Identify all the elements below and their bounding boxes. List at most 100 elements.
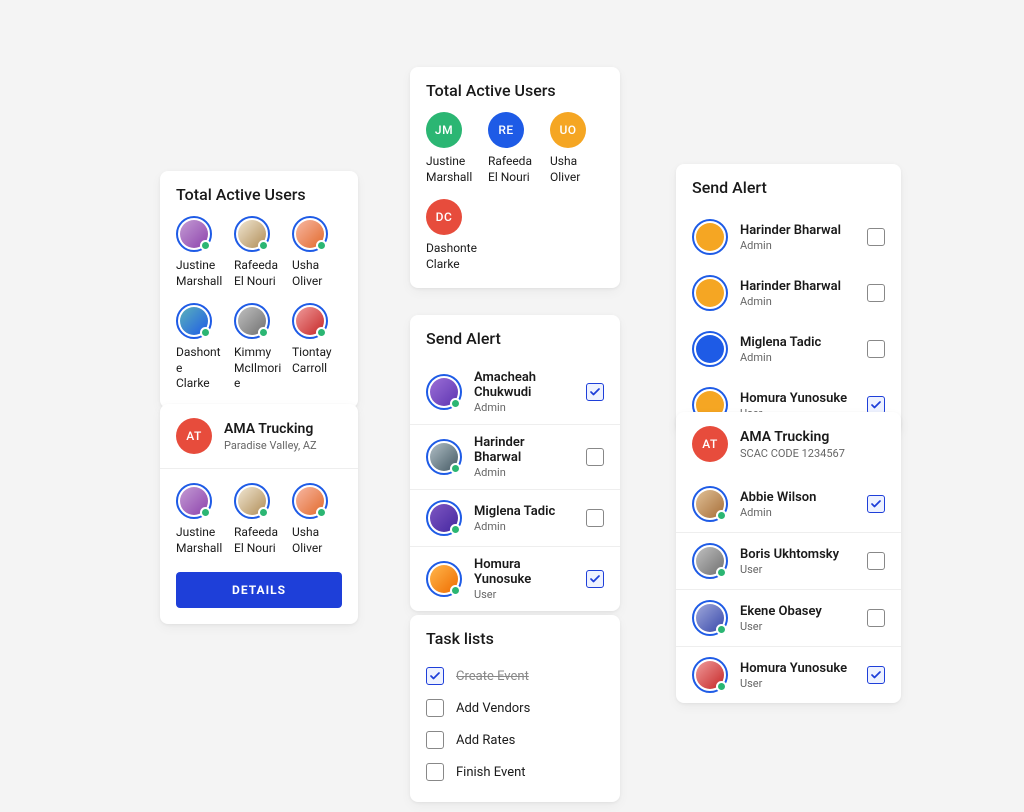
user-cell[interactable]: UshaOliver xyxy=(292,216,342,289)
company-badge: AT xyxy=(176,418,212,454)
company-badge: AT xyxy=(692,426,728,462)
status-online-icon xyxy=(450,524,461,535)
company-details-card: AT AMA Trucking Paradise Valley, AZ Just… xyxy=(160,404,358,624)
user-name: DashonteClarke xyxy=(426,241,477,272)
task-row: Finish Event xyxy=(426,756,604,788)
row-role: User xyxy=(740,620,855,633)
user-cell[interactable]: UshaOliver xyxy=(292,483,342,556)
user-cell[interactable]: JustineMarshall xyxy=(176,216,226,289)
checkbox[interactable] xyxy=(867,228,885,246)
user-name: UshaOliver xyxy=(292,258,322,289)
row-role: User xyxy=(474,588,574,601)
alert-list: Amacheah Chukwudi Admin Harinder Bharwal… xyxy=(410,360,620,611)
status-online-icon xyxy=(258,327,269,338)
checkbox[interactable] xyxy=(586,509,604,527)
user-cell[interactable]: KimmyMcIlmorie xyxy=(234,303,284,392)
row-name: Harinder Bharwal xyxy=(474,435,574,465)
task-label: Add Rates xyxy=(456,733,515,748)
card-title: Task lists xyxy=(410,615,620,660)
row-role: Admin xyxy=(740,295,855,308)
user-cell[interactable]: DashonteClarke xyxy=(176,303,226,392)
company-subtitle: SCAC CODE 1234567 xyxy=(740,447,845,460)
checkbox[interactable] xyxy=(586,570,604,588)
row-role: Admin xyxy=(474,466,574,479)
status-online-icon xyxy=(716,510,727,521)
user-cell[interactable]: UO UshaOliver xyxy=(550,112,604,185)
checkbox[interactable] xyxy=(586,383,604,401)
alert-list: Harinder Bharwal Admin Harinder Bharwal … xyxy=(676,209,901,433)
status-online-icon xyxy=(716,681,727,692)
task-row: Add Rates xyxy=(426,724,604,756)
avatar-photo xyxy=(426,561,462,597)
checkbox[interactable] xyxy=(867,495,885,513)
user-cell[interactable]: JustineMarshall xyxy=(176,483,226,556)
checkbox[interactable] xyxy=(426,699,444,717)
task-label: Add Vendors xyxy=(456,701,530,716)
details-button[interactable]: DETAILS xyxy=(176,572,342,608)
row-role: User xyxy=(740,677,855,690)
list-row: Abbie Wilson Admin xyxy=(676,476,901,532)
user-name: RafeedaEl Nouri xyxy=(234,525,278,556)
row-role: Admin xyxy=(474,520,574,533)
row-role: Admin xyxy=(740,351,855,364)
checkbox[interactable] xyxy=(426,667,444,685)
avatar-initials: DC xyxy=(426,199,462,235)
row-role: User xyxy=(740,563,855,576)
company-title: AMA Trucking xyxy=(224,421,317,437)
user-cell[interactable]: DC DashonteClarke xyxy=(426,199,480,272)
user-cell[interactable]: RE RafeedaEl Nouri xyxy=(488,112,542,185)
row-name: Miglena Tadic xyxy=(474,504,574,519)
card-title: Send Alert xyxy=(410,315,620,360)
status-online-icon xyxy=(200,327,211,338)
list-row: Homura Yunosuke User xyxy=(410,546,620,611)
user-cell[interactable]: RafeedaEl Nouri xyxy=(234,483,284,556)
user-name: RafeedaEl Nouri xyxy=(234,258,278,289)
checkbox[interactable] xyxy=(586,448,604,466)
checkbox[interactable] xyxy=(867,284,885,302)
checkbox[interactable] xyxy=(867,609,885,627)
row-role: Admin xyxy=(740,506,855,519)
avatar-photo xyxy=(176,303,212,339)
user-name: KimmyMcIlmorie xyxy=(234,345,284,392)
avatar-photo xyxy=(426,374,462,410)
checkbox[interactable] xyxy=(426,731,444,749)
user-name: JustineMarshall xyxy=(426,154,472,185)
card-title: Total Active Users xyxy=(410,67,620,112)
status-online-icon xyxy=(200,240,211,251)
checkbox[interactable] xyxy=(867,340,885,358)
row-name: Homura Yunosuke xyxy=(740,661,855,676)
avatar-icon xyxy=(692,219,728,255)
checkbox[interactable] xyxy=(867,666,885,684)
checkbox[interactable] xyxy=(867,552,885,570)
alert-list: Abbie Wilson Admin Boris Ukhtomsky User xyxy=(676,476,901,703)
user-cell[interactable]: RafeedaEl Nouri xyxy=(234,216,284,289)
active-users-card-initials: Total Active Users JM JustineMarshall RE… xyxy=(410,67,620,288)
status-online-icon xyxy=(258,240,269,251)
status-online-icon xyxy=(450,585,461,596)
avatar-icon xyxy=(692,331,728,367)
avatar-photo xyxy=(234,216,270,252)
row-name: Boris Ukhtomsky xyxy=(740,547,855,562)
user-name: JustineMarshall xyxy=(176,258,222,289)
task-list: Create Event Add Vendors Add Rates Finis… xyxy=(410,660,620,802)
status-online-icon xyxy=(316,507,327,518)
card-title: Total Active Users xyxy=(160,171,358,216)
checkbox[interactable] xyxy=(426,763,444,781)
avatar-photo xyxy=(234,303,270,339)
task-label: Finish Event xyxy=(456,765,526,780)
avatar-photo xyxy=(292,483,328,519)
avatar-photo xyxy=(692,657,728,693)
user-name: RafeedaEl Nouri xyxy=(488,154,532,185)
status-online-icon xyxy=(316,327,327,338)
status-online-icon xyxy=(716,624,727,635)
task-list-card: Task lists Create Event Add Vendors Add … xyxy=(410,615,620,802)
row-name: Miglena Tadic xyxy=(740,335,855,350)
avatar-photo xyxy=(692,600,728,636)
list-row: Miglena Tadic Admin xyxy=(676,321,901,377)
user-cell[interactable]: TiontayCarroll xyxy=(292,303,342,392)
user-name: UshaOliver xyxy=(292,525,322,556)
user-cell[interactable]: JM JustineMarshall xyxy=(426,112,480,185)
avatar-photo xyxy=(692,543,728,579)
list-row: Homura Yunosuke User xyxy=(676,646,901,703)
avatar-initials: RE xyxy=(488,112,524,148)
